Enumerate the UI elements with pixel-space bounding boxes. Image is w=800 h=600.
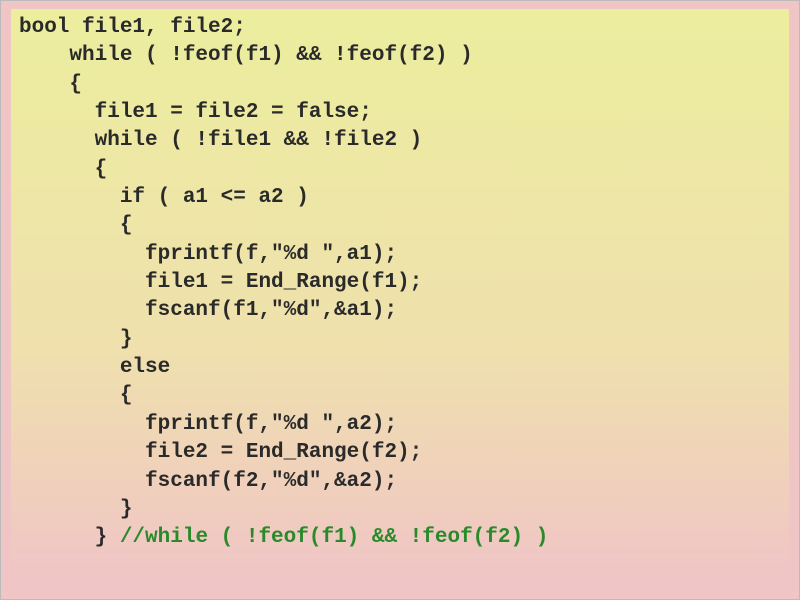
code-line: {	[11, 382, 789, 410]
code-line: fprintf(f,"%d ",a2);	[11, 411, 789, 439]
code-line: {	[11, 212, 789, 240]
code-line: file2 = End_Range(f2);	[11, 439, 789, 467]
code-comment: //while ( !feof(f1) && !feof(f2) )	[120, 526, 548, 549]
code-line: while ( !file1 && !file2 )	[11, 127, 789, 155]
code-line: bool file1, file2;	[11, 14, 789, 42]
code-line: {	[11, 71, 789, 99]
code-line: fprintf(f,"%d ",a1);	[11, 241, 789, 269]
code-line: fscanf(f2,"%d",&a2);	[11, 468, 789, 496]
code-line: else	[11, 354, 789, 382]
code-line: } //while ( !feof(f1) && !feof(f2) )	[11, 524, 789, 552]
code-line: if ( a1 <= a2 )	[11, 184, 789, 212]
code-line: file1 = End_Range(f1);	[11, 269, 789, 297]
code-line: }	[11, 496, 789, 524]
code-line: file1 = file2 = false;	[11, 99, 789, 127]
code-line: while ( !feof(f1) && !feof(f2) )	[11, 42, 789, 70]
code-line: {	[11, 156, 789, 184]
code-line: }	[11, 326, 789, 354]
code-block: bool file1, file2; while ( !feof(f1) && …	[11, 9, 789, 578]
code-line: fscanf(f1,"%d",&a1);	[11, 297, 789, 325]
code-text: }	[19, 526, 120, 549]
